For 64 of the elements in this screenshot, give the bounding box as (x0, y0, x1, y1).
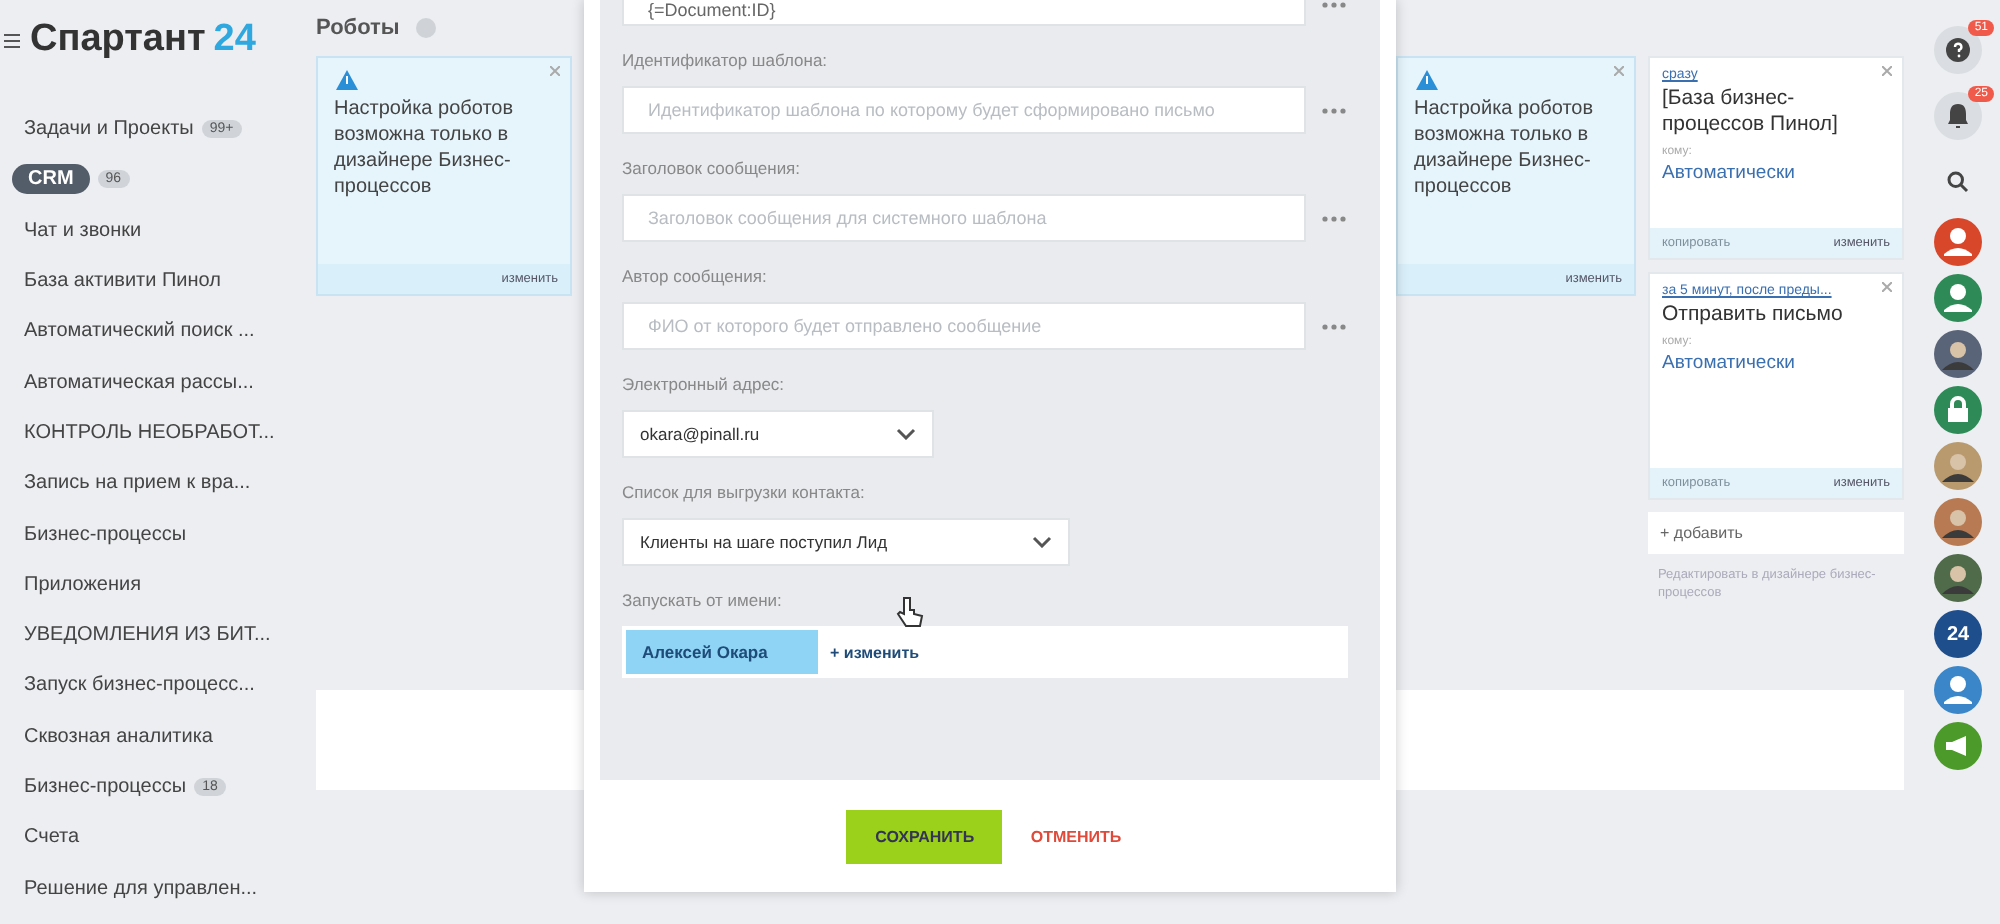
select-field[interactable]: Клиенты на шаге поступил Лид (622, 518, 1070, 566)
menu-item[interactable]: Счета (24, 826, 80, 849)
user-avatar-icon[interactable] (1934, 274, 1982, 322)
more-icon[interactable] (1322, 323, 1346, 329)
avatar-icon[interactable] (1934, 498, 1982, 546)
input-field[interactable]: {=Document:ID} (622, 0, 1306, 26)
input-field[interactable]: ФИО от которого будет отправлено сообщение (622, 302, 1306, 350)
add-button[interactable]: + добавить (1648, 512, 1904, 554)
menu-item[interactable]: Автоматический поиск ... (24, 320, 255, 343)
user-avatar-icon[interactable] (1934, 666, 1982, 714)
search-icon[interactable] (1946, 169, 1970, 193)
avatar-icon[interactable] (1934, 330, 1982, 378)
menu-item[interactable]: Запуск бизнес-процесс... (24, 674, 255, 697)
menu-item[interactable]: Решение для управлен... (24, 877, 258, 900)
robot-title: [База бизнес-процессов Пинол] (1660, 84, 1840, 140)
menu-item[interactable]: УВЕДОМЛЕНИЯ ИЗ БИТ... (24, 624, 271, 647)
menu-item[interactable]: Чат и звонки (24, 219, 142, 242)
more-icon[interactable] (1322, 107, 1346, 113)
menu-item[interactable]: КОНТРОЛЬ НЕОБРАБОТ... (24, 421, 275, 444)
megaphone-icon[interactable] (1934, 722, 1982, 770)
input-field[interactable]: Идентификатор шаблона по которому будет сформировано письмо (622, 86, 1306, 134)
more-icon[interactable] (1322, 1, 1346, 7)
menu-item[interactable]: Задачи и Проекты (24, 118, 194, 141)
warning-text: Настройка роботов возможна только в дизайнере Бизнес-процессов (332, 96, 516, 202)
save-button[interactable]: СОХРАНИТЬ (846, 809, 1003, 863)
menu-item[interactable]: Запись на прием к вра... (24, 472, 251, 495)
user-avatar-icon[interactable] (1934, 218, 1982, 266)
warning-icon (1416, 70, 1438, 90)
field-label: Заголовок сообщения: (622, 158, 803, 178)
select-field[interactable]: okara@pinall.ru (622, 410, 934, 458)
menu-item[interactable]: CRM (12, 164, 90, 195)
logo-text: Спартант (30, 18, 206, 62)
menu-item[interactable]: Бизнес-процессы (24, 776, 187, 798)
menu-item[interactable]: База активити Пинол (24, 270, 221, 293)
cancel-button[interactable]: ОТМЕНИТЬ (1018, 825, 1134, 847)
field-label: Список для выгрузки контакта: (622, 482, 867, 502)
menu-icon[interactable] (4, 33, 20, 47)
chevron-icon (1032, 536, 1052, 548)
chevron-icon (896, 428, 916, 440)
avatar-icon[interactable] (1934, 442, 1982, 490)
avatar-icon[interactable] (1934, 554, 1982, 602)
recipient-value: Автоматически (1660, 162, 1797, 184)
menu-item[interactable]: Приложения (24, 573, 142, 596)
menu-item[interactable]: Сквозная аналитика (24, 725, 213, 748)
lock-icon[interactable] (1934, 386, 1982, 434)
logo-number: 24 (213, 18, 256, 62)
warning-text: Настройка роботов возможна только в дизайнере Бизнес-процессов (1412, 96, 1596, 202)
close-icon[interactable] (1882, 282, 1892, 292)
menu-item[interactable]: Автоматическая рассы... (24, 371, 254, 394)
field-label: Запускать от имени: (622, 590, 784, 610)
more-icon[interactable] (1322, 215, 1346, 221)
recipient-value: Автоматически (1660, 352, 1797, 374)
user-chip[interactable]: Алексей Окара (626, 630, 818, 674)
change-link[interactable]: + изменить (830, 643, 920, 661)
close-icon[interactable] (1882, 66, 1892, 76)
field-label: Идентификатор шаблона: (622, 50, 830, 70)
menu-item[interactable]: Бизнес-процессы (24, 523, 187, 546)
field-label: Электронный адрес: (622, 374, 787, 394)
robot-title: Отправить письмо (1660, 300, 1845, 330)
input-field[interactable]: Заголовок сообщения для системного шаблона (622, 194, 1306, 242)
chat-avatar[interactable]: 24 (1934, 610, 1982, 658)
warning-icon (336, 70, 358, 90)
field-label: Автор сообщения: (622, 266, 769, 286)
page-title: Роботы (316, 16, 400, 40)
